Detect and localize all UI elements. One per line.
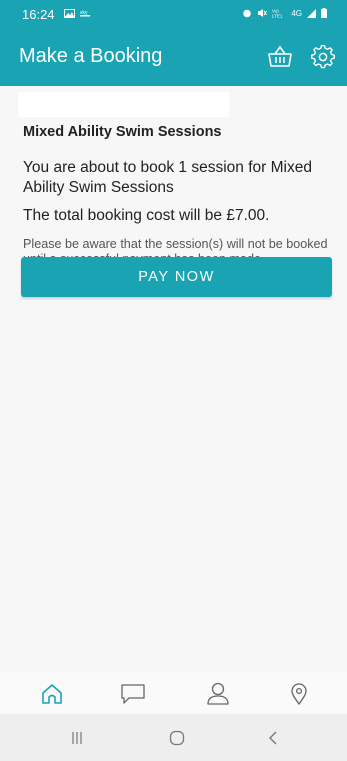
profile-icon[interactable] xyxy=(203,680,233,708)
settings-icon[interactable] xyxy=(309,43,337,71)
network-label: 4G xyxy=(291,8,302,18)
battery-icon xyxy=(321,8,327,18)
back-icon[interactable] xyxy=(258,726,288,750)
status-left-icons: sky xyxy=(64,8,91,18)
mute-icon xyxy=(258,9,268,17)
signal-icon xyxy=(307,8,316,18)
status-time: 16:24 xyxy=(22,7,55,22)
home-icon[interactable] xyxy=(37,680,67,708)
status-right-icons: Vo) LTE1 4G xyxy=(242,8,327,18)
booking-summary-text: You are about to book 1 session for Mixe… xyxy=(23,159,312,196)
blank-header-card xyxy=(18,92,229,117)
alarm-icon xyxy=(243,9,252,18)
system-nav-bar xyxy=(0,714,347,761)
bottom-nav xyxy=(0,672,347,714)
booking-cost-text: The total booking cost will be £7.00. xyxy=(23,207,270,224)
status-bar: 16:24 sky Vo) LTE1 4G xyxy=(0,0,347,29)
home-circle-icon[interactable] xyxy=(162,726,192,750)
svg-text:LTE1: LTE1 xyxy=(272,14,283,19)
pay-now-button[interactable]: PAY NOW xyxy=(21,257,332,297)
basket-icon[interactable] xyxy=(266,43,294,71)
chat-icon[interactable] xyxy=(118,680,148,708)
app-bar: Make a Booking xyxy=(0,29,347,86)
session-title: Mixed Ability Swim Sessions xyxy=(23,124,222,140)
image-icon xyxy=(64,8,75,18)
sky-news-icon: sky xyxy=(80,10,90,17)
location-icon[interactable] xyxy=(284,680,314,708)
recents-icon[interactable] xyxy=(62,726,92,750)
page-title: Make a Booking xyxy=(19,45,163,67)
volte-icon: Vo) LTE1 xyxy=(272,9,283,19)
